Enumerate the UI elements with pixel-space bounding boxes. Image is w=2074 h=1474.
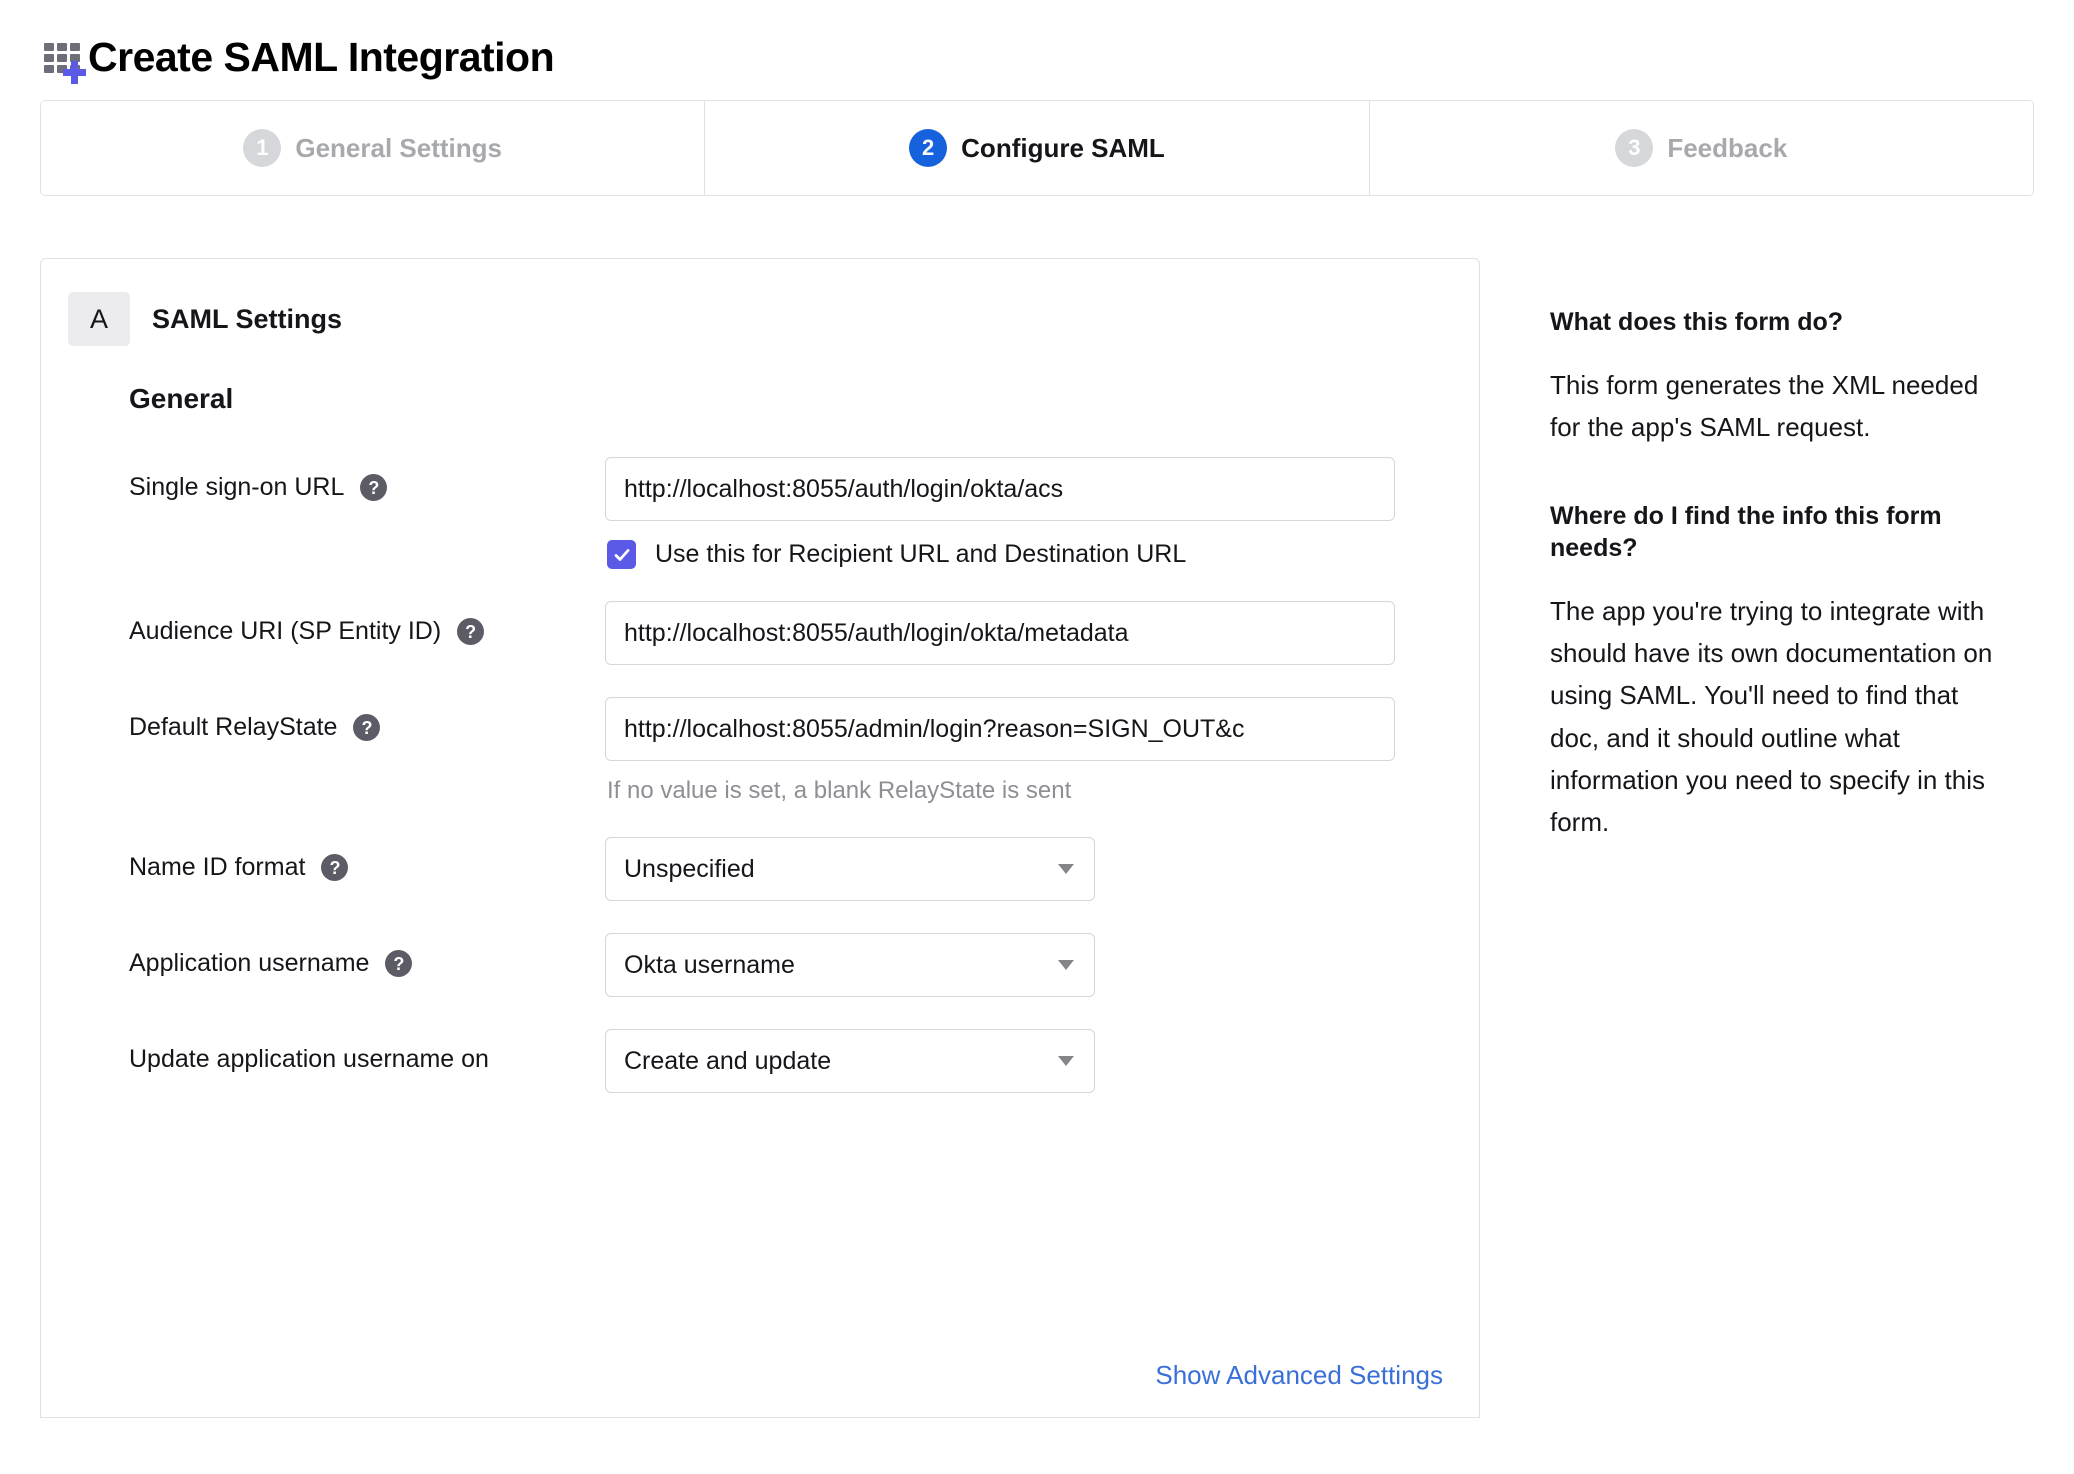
help-icon[interactable]: ?	[385, 950, 413, 977]
app-grid-plus-icon	[40, 37, 88, 86]
single-sign-on-url-input[interactable]	[605, 457, 1395, 521]
help-icon[interactable]: ?	[360, 474, 388, 501]
field-label: Update application username on	[129, 1045, 489, 1073]
row-spacer	[129, 911, 1479, 933]
step-tab-configure-saml[interactable]: 2 Configure SAML	[705, 101, 1370, 195]
help-icon[interactable]: ?	[321, 854, 349, 881]
field-row-single-sign-on-url: Single sign-on URL ? Use this for Recipi…	[129, 457, 1479, 569]
field-row-update-application-username-on: Update application username on Create an…	[129, 1029, 1479, 1093]
help-question-2-title: Where do I find the info this form needs…	[1550, 502, 1942, 563]
audience-uri-input[interactable]	[605, 601, 1395, 665]
page-title: Create SAML Integration	[88, 33, 555, 80]
help-panel: What does this form do? This form genera…	[1480, 258, 2034, 843]
step-label: Feedback	[1667, 132, 1788, 163]
section-title-general: General	[129, 383, 234, 414]
saml-form: Single sign-on URL ? Use this for Recipi…	[41, 415, 1479, 1093]
default-relaystate-hint: If no value is set, a blank RelayState i…	[607, 777, 1072, 804]
default-relaystate-input[interactable]	[605, 697, 1395, 761]
recipient-destination-checkbox-row[interactable]: Use this for Recipient URL and Destinati…	[607, 540, 1479, 569]
label-column: Application username ?	[129, 933, 605, 978]
card-title: SAML Settings	[152, 303, 343, 334]
name-id-format-select[interactable]: Unspecified	[605, 837, 1095, 901]
content-area: A SAML Settings General Single sign-on U…	[40, 258, 2034, 1418]
section-letter-badge: A	[68, 292, 130, 346]
step-number-badge: 1	[243, 129, 282, 167]
chevron-down-icon	[1058, 1056, 1074, 1066]
row-spacer	[129, 815, 1479, 837]
help-icon[interactable]: ?	[457, 618, 485, 645]
chevron-down-icon	[1058, 864, 1074, 874]
field-column: Unspecified	[605, 837, 1479, 901]
checkbox-label: Use this for Recipient URL and Destinati…	[655, 540, 1187, 568]
step-label: Configure SAML	[961, 132, 1165, 163]
field-label: Application username	[129, 949, 370, 977]
field-column	[605, 601, 1479, 665]
field-row-audience-uri: Audience URI (SP Entity ID) ?	[129, 601, 1479, 665]
page-header: Create SAML Integration	[0, 0, 2074, 92]
help-question-1-title: What does this form do?	[1550, 308, 1844, 336]
help-icon[interactable]: ?	[353, 714, 381, 741]
step-number-badge: 3	[1615, 129, 1654, 167]
label-column: Update application username on	[129, 1029, 605, 1074]
saml-settings-card: A SAML Settings General Single sign-on U…	[40, 258, 1480, 1418]
show-advanced-settings-link[interactable]: Show Advanced Settings	[1155, 1360, 1443, 1390]
row-spacer	[129, 1007, 1479, 1029]
application-username-select[interactable]: Okta username	[605, 933, 1095, 997]
field-column: Create and update	[605, 1029, 1479, 1093]
field-label: Single sign-on URL	[129, 473, 345, 501]
step-number-badge: 2	[909, 129, 948, 167]
field-column: If no value is set, a blank RelayState i…	[605, 697, 1479, 805]
label-column: Audience URI (SP Entity ID) ?	[129, 601, 605, 646]
help-question-1-body: This form generates the XML needed for t…	[1550, 370, 1979, 443]
field-label: Default RelayState	[129, 713, 338, 741]
step-label: General Settings	[295, 132, 502, 163]
row-spacer	[129, 579, 1479, 601]
chevron-down-icon	[1058, 960, 1074, 970]
stepper: 1 General Settings 2 Configure SAML 3 Fe…	[40, 100, 2034, 196]
field-label: Name ID format	[129, 853, 306, 881]
select-value: Create and update	[624, 1046, 832, 1075]
field-column: Use this for Recipient URL and Destinati…	[605, 457, 1479, 569]
card-header: A SAML Settings	[41, 287, 1479, 351]
step-tab-feedback[interactable]: 3 Feedback	[1369, 101, 2033, 195]
field-label: Audience URI (SP Entity ID)	[129, 617, 442, 645]
row-spacer	[129, 675, 1479, 697]
field-row-name-id-format: Name ID format ? Unspecified	[129, 837, 1479, 901]
select-value: Okta username	[624, 950, 795, 979]
use-for-recipient-destination-checkbox[interactable]	[607, 540, 636, 569]
step-tab-general-settings[interactable]: 1 General Settings	[41, 101, 706, 195]
field-row-application-username: Application username ? Okta username	[129, 933, 1479, 997]
label-column: Name ID format ?	[129, 837, 605, 882]
update-application-username-on-select[interactable]: Create and update	[605, 1029, 1095, 1093]
help-question-2-body: The app you're trying to integrate with …	[1550, 596, 1993, 837]
label-column: Single sign-on URL ?	[129, 457, 605, 502]
field-column: Okta username	[605, 933, 1479, 997]
field-row-default-relaystate: Default RelayState ? If no value is set,…	[129, 697, 1479, 805]
advanced-settings-row: Show Advanced Settings	[1155, 1360, 1443, 1391]
select-value: Unspecified	[624, 854, 755, 883]
plus-badge-icon	[62, 60, 88, 86]
label-column: Default RelayState ?	[129, 697, 605, 742]
